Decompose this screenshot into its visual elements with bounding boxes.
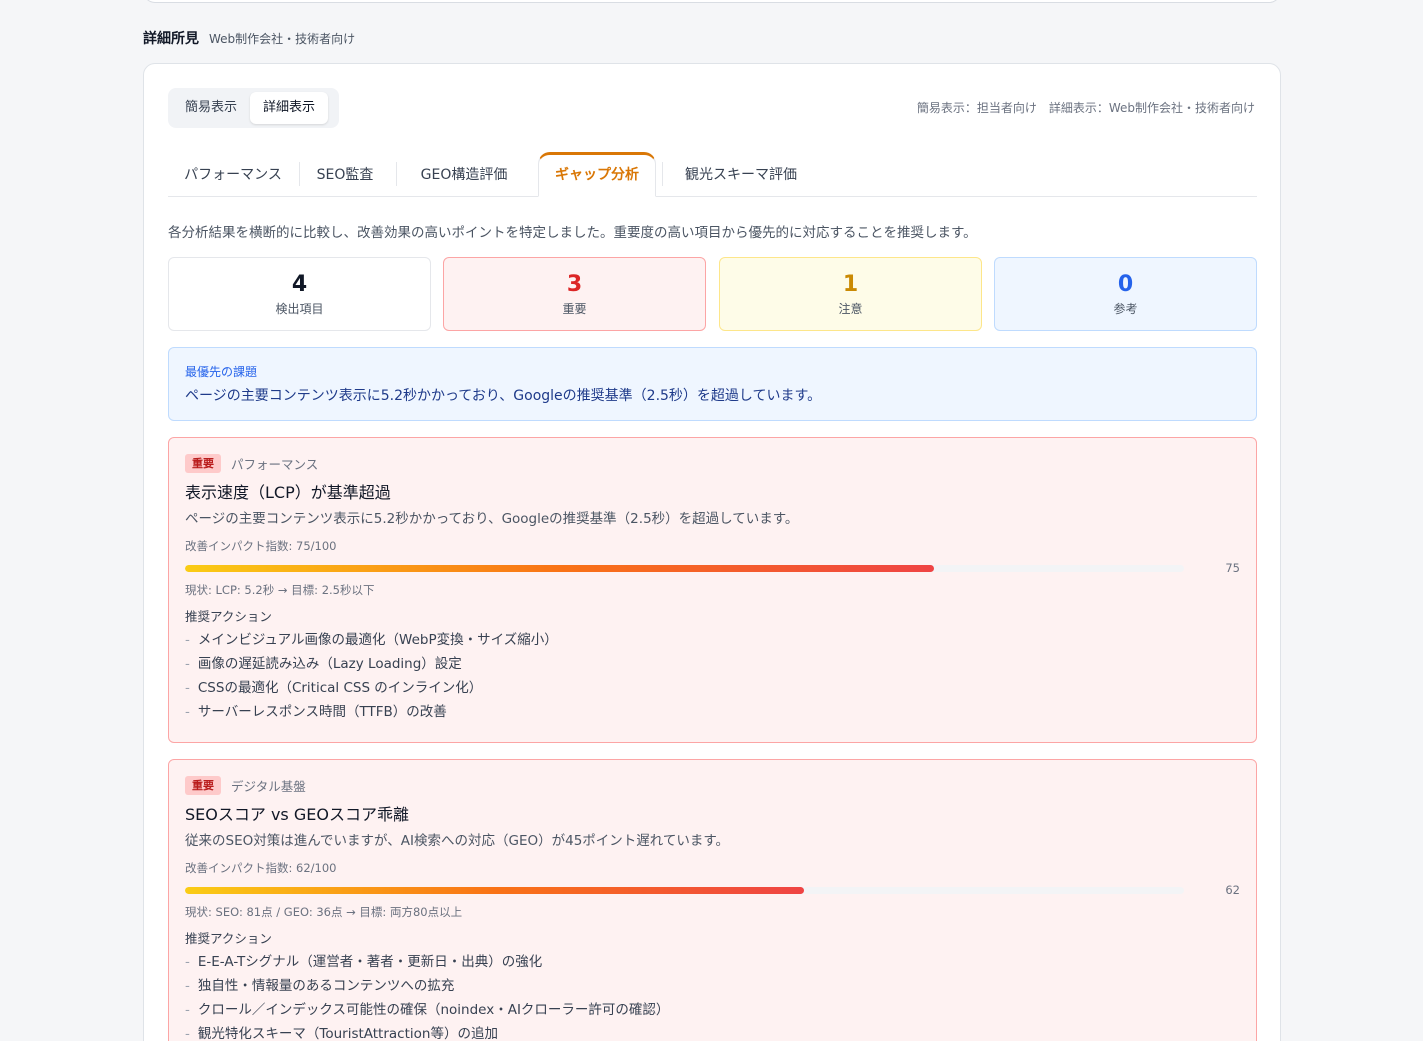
analysis-tabs: パフォーマンス SEO監査 GEO構造評価 ギャップ分析 観光スキーマ評価 bbox=[168, 152, 1257, 197]
action-text: CSSの最適化（Critical CSS のインライン化） bbox=[197, 680, 483, 696]
stat-label: 検出項目 bbox=[275, 302, 324, 316]
findings-panel: 簡易表示 詳細表示 簡易表示：担当者向け 詳細表示：Web制作会社・技術者向け … bbox=[143, 63, 1281, 1041]
tab-divider bbox=[662, 162, 663, 186]
action-text: サーバーレスポンス時間（TTFB）の改善 bbox=[197, 704, 447, 720]
list-item: - 観光特化スキーマ（TouristAttraction等）の追加 bbox=[185, 1026, 498, 1041]
actions-label: 推奨アクション bbox=[185, 931, 272, 946]
stat-warning: 1 注意 bbox=[719, 257, 982, 331]
issue-category: パフォーマンス bbox=[231, 457, 319, 472]
section-header: 詳細所見 Web制作会社・技術者向け bbox=[143, 28, 355, 48]
actions-label: 推奨アクション bbox=[185, 609, 272, 624]
stat-label: 参考 bbox=[1113, 302, 1138, 316]
issue-description: ページの主要コンテンツ表示に5.2秒かかっており、Googleの推奨基準（2.5… bbox=[185, 511, 799, 527]
tab-divider bbox=[396, 162, 397, 186]
tab-seo-audit[interactable]: SEO監査 bbox=[300, 152, 390, 196]
list-item: - CSSの最適化（Critical CSS のインライン化） bbox=[185, 680, 483, 696]
issue-card: 重要 パフォーマンス 表示速度（LCP）が基準超過 ページの主要コンテンツ表示に… bbox=[168, 437, 1257, 743]
top-priority-callout: 最優先の課題 ページの主要コンテンツ表示に5.2秒かかっており、Googleの推… bbox=[168, 347, 1257, 421]
severity-badge: 重要 bbox=[185, 776, 221, 795]
tab-tourism-schema[interactable]: 観光スキーマ評価 bbox=[671, 152, 811, 196]
current-vs-target: 現状: SEO: 81点 / GEO: 36点 → 目標: 両方80点以上 bbox=[185, 905, 463, 919]
detail-view-button[interactable]: 詳細表示 bbox=[250, 92, 329, 124]
action-text: 独自性・情報量のあるコンテンツへの拡充 bbox=[197, 978, 455, 994]
action-list: - E-E-A-Tシグナル（運営者・著者・更新日・出典）の強化 - 独自性・情報量の… bbox=[185, 950, 1240, 1041]
simple-view-button[interactable]: 簡易表示 bbox=[172, 92, 250, 124]
previous-card-edge bbox=[143, 0, 1281, 3]
issue-description: 従来のSEO対策は進んでいますが、AI検索への対応（GEO）が45ポイント遅れて… bbox=[185, 833, 730, 849]
stat-value: 0 bbox=[1117, 272, 1134, 297]
tab-gap-analysis[interactable]: ギャップ分析 bbox=[538, 152, 656, 197]
tab-performance[interactable]: パフォーマンス bbox=[168, 152, 298, 196]
stat-critical: 3 重要 bbox=[443, 257, 706, 331]
action-text: 画像の遅延読み込み（Lazy Loading）設定 bbox=[197, 656, 462, 672]
impact-label: 改善インパクト指数: 62/100 bbox=[185, 861, 337, 875]
list-item: - サーバーレスポンス時間（TTFB）の改善 bbox=[185, 704, 447, 720]
stat-label: 重要 bbox=[562, 302, 587, 316]
priority-label: 最優先の課題 bbox=[185, 365, 258, 379]
action-list: - メインビジュアル画像の最適化（WebP変換・サイズ縮小） - 画像の遅延読み込み… bbox=[185, 628, 1240, 724]
severity-badge: 重要 bbox=[185, 454, 221, 473]
impact-bar-track bbox=[185, 564, 1184, 572]
analysis-intro: 各分析結果を横断的に比較し、改善効果の高いポイントを特定しました。重要度の高い項… bbox=[168, 225, 977, 241]
action-text: メインビジュアル画像の最適化（WebP変換・サイズ縮小） bbox=[197, 632, 558, 648]
stat-value: 1 bbox=[842, 272, 859, 297]
stat-info: 0 参考 bbox=[994, 257, 1257, 331]
impact-label: 改善インパクト指数: 75/100 bbox=[185, 539, 337, 553]
list-item: - 画像の遅延読み込み（Lazy Loading）設定 bbox=[185, 656, 462, 672]
impact-bar-fill bbox=[185, 886, 805, 894]
view-toggle: 簡易表示 詳細表示 bbox=[168, 88, 339, 128]
impact-bar-fill bbox=[185, 564, 935, 572]
stat-value: 4 bbox=[291, 272, 308, 297]
issue-title: 表示速度（LCP）が基準超過 bbox=[185, 483, 391, 502]
impact-value: 75 bbox=[1225, 561, 1240, 575]
current-vs-target: 現状: LCP: 5.2秒 → 目標: 2.5秒以下 bbox=[185, 583, 375, 597]
priority-text: ページの主要コンテンツ表示に5.2秒かかっており、Googleの推奨基準（2.5… bbox=[185, 388, 822, 404]
list-item: - メインビジュアル画像の最適化（WebP変換・サイズ縮小） bbox=[185, 632, 558, 648]
issue-category: デジタル基盤 bbox=[231, 779, 306, 794]
issue-title: SEOスコア vs GEOスコア乖離 bbox=[185, 805, 409, 824]
section-title: 詳細所見 bbox=[143, 31, 199, 47]
tab-geo-structure[interactable]: GEO構造評価 bbox=[404, 152, 524, 196]
stat-label: 注意 bbox=[838, 302, 863, 316]
list-item: - 独自性・情報量のあるコンテンツへの拡充 bbox=[185, 978, 455, 994]
section-subtitle: Web制作会社・技術者向け bbox=[209, 32, 356, 46]
stat-total: 4 検出項目 bbox=[168, 257, 431, 331]
view-mode-note: 簡易表示：担当者向け 詳細表示：Web制作会社・技術者向け bbox=[916, 101, 1255, 115]
stat-value: 3 bbox=[566, 272, 583, 297]
action-text: E-E-A-Tシグナル（運営者・著者・更新日・出典）の強化 bbox=[197, 954, 543, 970]
action-text: 観光特化スキーマ（TouristAttraction等）の追加 bbox=[197, 1026, 498, 1041]
list-item: - クロール／インデックス可能性の確保（noindex・AIクローラー許可の確認） bbox=[185, 1002, 670, 1018]
list-item: - E-E-A-Tシグナル（運営者・著者・更新日・出典）の強化 bbox=[185, 954, 543, 970]
impact-bar-track bbox=[185, 886, 1184, 894]
impact-value: 62 bbox=[1225, 883, 1240, 897]
action-text: クロール／インデックス可能性の確保（noindex・AIクローラー許可の確認） bbox=[197, 1002, 670, 1018]
issue-card: 重要 デジタル基盤 SEOスコア vs GEOスコア乖離 従来のSEO対策は進ん… bbox=[168, 759, 1257, 1041]
